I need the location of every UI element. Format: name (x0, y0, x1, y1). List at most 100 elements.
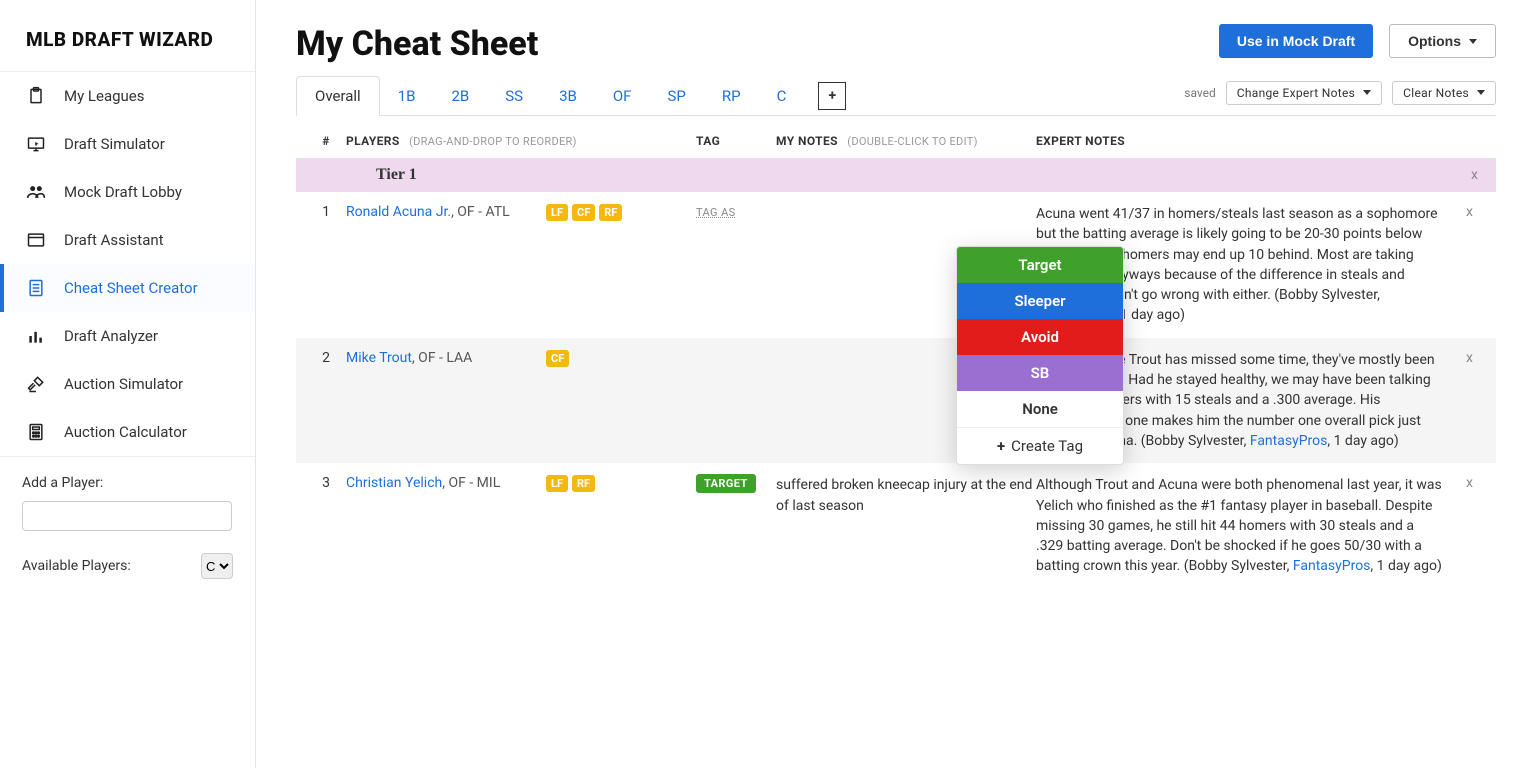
page-title: My Cheat Sheet (296, 24, 538, 64)
player-link[interactable]: Mike Trout (346, 350, 412, 366)
tier-label: Tier 1 (376, 166, 417, 184)
available-players-row: Available Players: C (22, 553, 233, 579)
position-tags: LF CF RF (546, 204, 622, 221)
users-icon (26, 182, 46, 202)
tag-as-button[interactable]: TAG AS (696, 206, 736, 219)
nav-auction-simulator[interactable]: Auction Simulator (0, 360, 255, 408)
nav-label: My Leagues (64, 87, 145, 105)
tag-option-avoid[interactable]: Avoid (957, 319, 1123, 355)
app-layout: MLB DRAFT WIZARD My Leagues Draft Simula… (0, 0, 1536, 768)
nav-draft-assistant[interactable]: Draft Assistant (0, 216, 255, 264)
tab-overall[interactable]: Overall (296, 76, 380, 116)
nav-label: Mock Draft Lobby (64, 183, 182, 201)
gavel-icon (26, 374, 46, 394)
available-players-select[interactable]: C (201, 553, 233, 579)
position-badge: LF (546, 204, 568, 221)
nav-cheat-sheet-creator[interactable]: Cheat Sheet Creator (0, 264, 255, 312)
row-remove-button[interactable]: x (1466, 475, 1486, 576)
col-expert-notes: EXPERT NOTES (1036, 134, 1486, 148)
bar-chart-icon (26, 326, 46, 346)
tab-of[interactable]: OF (595, 77, 650, 115)
col-players: PLAYERS (DRAG-AND-DROP TO REORDER) (346, 134, 696, 148)
col-num: # (306, 134, 346, 148)
create-tag-button[interactable]: + Create Tag (957, 428, 1123, 464)
position-badge: CF (546, 350, 569, 367)
tier-row[interactable]: Tier 1 x (296, 158, 1496, 192)
position-tags: CF (546, 350, 569, 367)
tag-option-sleeper[interactable]: Sleeper (957, 283, 1123, 319)
col-my-notes: MY NOTES (DOUBLE-CLICK TO EDIT) (776, 134, 1036, 148)
tab-rp[interactable]: RP (704, 77, 759, 115)
row-remove-button[interactable]: x (1466, 350, 1486, 451)
tag-cell: TAG AS (696, 204, 776, 326)
saved-status: saved (1184, 86, 1216, 100)
main-content: My Cheat Sheet Use in Mock Draft Options… (256, 0, 1536, 768)
create-tag-label: Create Tag (1011, 437, 1083, 455)
add-player-input[interactable] (22, 501, 232, 531)
monitor-icon (26, 134, 46, 154)
col-tag: TAG (696, 134, 776, 148)
column-headers: # PLAYERS (DRAG-AND-DROP TO REORDER) TAG… (296, 116, 1496, 158)
nav-draft-simulator[interactable]: Draft Simulator (0, 120, 255, 168)
header-buttons: Use in Mock Draft Options (1219, 24, 1496, 58)
nav-my-leagues[interactable]: My Leagues (0, 72, 255, 120)
tabs: Overall 1B 2B SS 3B OF SP RP C + (296, 76, 846, 115)
my-notes-cell[interactable]: suffered broken kneecap injury at the en… (776, 475, 1036, 576)
use-mock-draft-button[interactable]: Use in Mock Draft (1219, 24, 1373, 58)
fantasypros-link[interactable]: FantasyPros (1250, 433, 1328, 449)
player-link[interactable]: Christian Yelich (346, 475, 442, 491)
document-lines-icon (26, 278, 46, 298)
tab-c[interactable]: C (759, 77, 805, 115)
edit-hint: (DOUBLE-CLICK TO EDIT) (847, 135, 977, 148)
change-expert-notes-button[interactable]: Change Expert Notes (1226, 81, 1382, 105)
header-row: My Cheat Sheet Use in Mock Draft Options (296, 24, 1496, 64)
player-link[interactable]: Ronald Acuna Jr. (346, 204, 451, 220)
position-badge: RF (599, 204, 622, 221)
options-button[interactable]: Options (1389, 24, 1496, 58)
tag-option-sb[interactable]: SB (957, 355, 1123, 391)
nav-list: My Leagues Draft Simulator Mock Draft Lo… (0, 71, 255, 456)
tab-ss[interactable]: SS (487, 77, 541, 115)
plus-icon: + (997, 437, 1005, 455)
player-cell: Mike Trout, OF - LAA CF (346, 350, 696, 451)
nav-label: Cheat Sheet Creator (64, 279, 198, 297)
tag-cell: TARGET (696, 475, 776, 576)
tag-cell[interactable] (696, 350, 776, 451)
position-badge: LF (546, 475, 568, 492)
row-number: 1 (306, 204, 346, 326)
calculator-icon (26, 422, 46, 442)
fantasypros-link[interactable]: FantasyPros (1293, 558, 1371, 574)
table-row[interactable]: 3 Christian Yelich, OF - MIL LF RF TARGE… (296, 463, 1496, 588)
player-info: , OF - MIL (442, 475, 500, 491)
add-tab-button[interactable]: + (818, 82, 846, 110)
tab-3b[interactable]: 3B (541, 77, 595, 115)
tab-1b[interactable]: 1B (380, 77, 434, 115)
position-badge: CF (572, 204, 595, 221)
nav-auction-calculator[interactable]: Auction Calculator (0, 408, 255, 456)
row-remove-button[interactable]: x (1466, 204, 1486, 326)
nav-label: Draft Simulator (64, 135, 165, 153)
row-number: 2 (306, 350, 346, 451)
caret-down-icon (1477, 90, 1485, 95)
tab-2b[interactable]: 2B (433, 77, 487, 115)
tag-target-pill[interactable]: TARGET (696, 474, 756, 493)
sidebar-lower: Add a Player: Available Players: C (0, 456, 255, 597)
table-body: 1 Ronald Acuna Jr., OF - ATL LF CF RF (296, 192, 1496, 589)
nav-label: Auction Calculator (64, 423, 187, 441)
player-cell: Ronald Acuna Jr., OF - ATL LF CF RF (346, 204, 696, 326)
tag-option-none[interactable]: None (957, 391, 1123, 427)
clear-notes-label: Clear Notes (1403, 86, 1469, 100)
tag-option-target[interactable]: Target (957, 247, 1123, 283)
nav-mock-lobby[interactable]: Mock Draft Lobby (0, 168, 255, 216)
nav-label: Draft Assistant (64, 231, 164, 249)
tier-remove-button[interactable]: x (1471, 167, 1486, 183)
row-number: 3 (306, 475, 346, 576)
nav-draft-analyzer[interactable]: Draft Analyzer (0, 312, 255, 360)
add-player-label: Add a Player: (22, 475, 233, 491)
table-row[interactable]: 1 Ronald Acuna Jr., OF - ATL LF CF RF (296, 192, 1496, 338)
tab-sp[interactable]: SP (649, 77, 703, 115)
player-info: , OF - ATL (451, 204, 510, 220)
table-row[interactable]: 2 Mike Trout, OF - LAA CF Although Mike … (296, 338, 1496, 463)
sidebar: MLB DRAFT WIZARD My Leagues Draft Simula… (0, 0, 256, 768)
clear-notes-button[interactable]: Clear Notes (1392, 81, 1496, 105)
